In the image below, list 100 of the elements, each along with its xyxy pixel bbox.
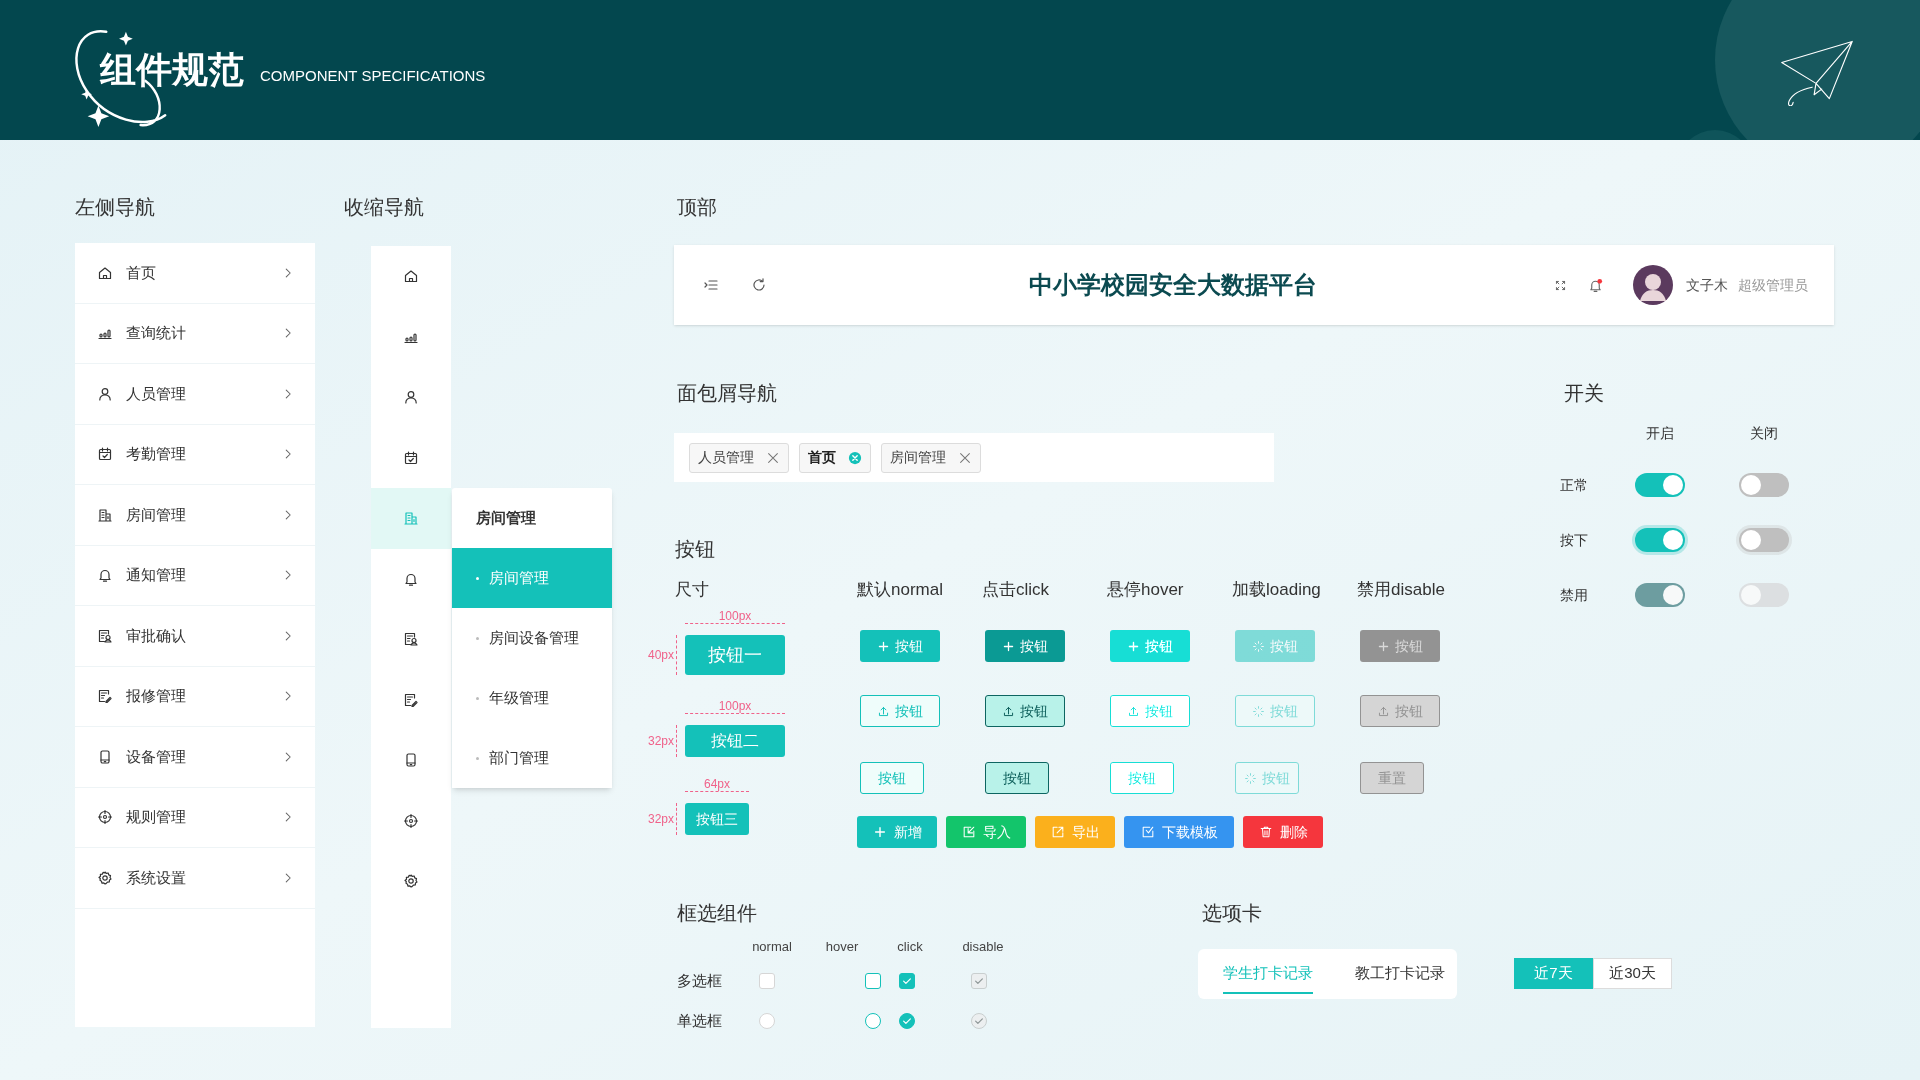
- state-button[interactable]: 按钮: [985, 762, 1049, 794]
- calendar-icon: [97, 446, 113, 463]
- gear-icon: [403, 873, 419, 890]
- refresh-icon[interactable]: [751, 277, 767, 293]
- breadcrumb-tag[interactable]: 人员管理: [689, 442, 789, 473]
- state-button[interactable]: 按钮: [985, 695, 1065, 727]
- platform-title: 中小学校园安全大数据平台: [1029, 270, 1317, 300]
- column-header: 关闭: [1749, 424, 1779, 442]
- state-button[interactable]: 按钮: [860, 630, 940, 662]
- column-header: 默认normal: [857, 580, 944, 600]
- flyout-item[interactable]: 部门管理: [452, 728, 612, 788]
- crosshair-icon: [97, 809, 113, 826]
- nav-icon-item[interactable]: [371, 488, 451, 549]
- nav-item[interactable]: 考勤管理: [75, 424, 315, 485]
- row-label: 正常: [1560, 475, 1589, 495]
- crosshair-icon: [403, 812, 419, 829]
- dimension-label: 100px: [685, 610, 785, 624]
- action-button[interactable]: 删除: [1243, 816, 1323, 848]
- upload-icon: [877, 704, 890, 718]
- section-title: 框选组件: [677, 901, 758, 925]
- section-title: 按钮: [674, 537, 716, 561]
- radio-button[interactable]: [899, 1013, 915, 1029]
- dimension-label: 64px: [685, 778, 749, 792]
- building-icon: [403, 510, 419, 527]
- document-edit-icon: [97, 688, 113, 705]
- menu-icon[interactable]: [703, 277, 719, 293]
- checkbox[interactable]: [899, 973, 915, 989]
- loading-spinner-icon: [1252, 639, 1265, 653]
- checkbox[interactable]: [865, 973, 881, 989]
- nav-item[interactable]: 房间管理: [75, 485, 315, 546]
- column-header: hover: [824, 939, 860, 955]
- close-icon[interactable]: [766, 450, 780, 465]
- nav-item[interactable]: 审批确认: [75, 606, 315, 667]
- column-header: 开启: [1645, 424, 1675, 442]
- toggle-switch[interactable]: [1739, 473, 1789, 497]
- row-label: 多选框: [677, 970, 723, 991]
- section-title: 面包屑导航: [676, 381, 778, 405]
- flyout-item[interactable]: 房间管理: [452, 548, 612, 608]
- toggle-switch[interactable]: [1635, 473, 1685, 497]
- nav-item[interactable]: 查询统计: [75, 303, 315, 364]
- action-button[interactable]: 导出: [1035, 816, 1115, 848]
- action-button[interactable]: 导入: [946, 816, 1026, 848]
- tab[interactable]: 学生打卡记录: [1223, 953, 1313, 995]
- loading-spinner-icon: [1244, 771, 1257, 785]
- nav-item[interactable]: 系统设置: [75, 848, 315, 909]
- breadcrumb-tag[interactable]: 房间管理: [881, 442, 981, 473]
- column-header: normal: [751, 939, 793, 955]
- flyout-item[interactable]: 年级管理: [452, 668, 612, 728]
- state-button[interactable]: 按钮: [860, 762, 924, 794]
- fullscreen-icon[interactable]: [1554, 278, 1567, 292]
- state-button[interactable]: 按钮: [860, 695, 940, 727]
- nav-item[interactable]: 报修管理: [75, 666, 315, 727]
- column-header: 加载loading: [1232, 580, 1322, 600]
- size-sample-button[interactable]: 按钮一: [685, 635, 785, 675]
- toggle-switch[interactable]: [1635, 528, 1685, 552]
- row-label: 按下: [1560, 530, 1589, 550]
- radio-button[interactable]: [759, 1013, 775, 1029]
- logo-title: 组件规范: [100, 48, 244, 92]
- loading-spinner-icon: [1252, 704, 1265, 718]
- user-name: 文子木: [1686, 275, 1728, 295]
- nav-item[interactable]: 规则管理: [75, 787, 315, 848]
- period-tab[interactable]: 近7天: [1514, 958, 1593, 989]
- action-button[interactable]: 新增: [857, 816, 937, 848]
- dimension-label: 40px: [646, 647, 674, 664]
- flyout-item[interactable]: 房间设备管理: [452, 608, 612, 668]
- size-sample-button[interactable]: 按钮二: [685, 725, 785, 757]
- radio-button[interactable]: [865, 1013, 881, 1029]
- action-button[interactable]: 下载模板: [1124, 816, 1234, 848]
- plus-icon: [872, 825, 887, 839]
- home-icon: [403, 268, 419, 285]
- column-header: disable: [961, 939, 1005, 955]
- section-title: 收缩导航: [344, 195, 425, 219]
- avatar-icon[interactable]: [1633, 265, 1673, 305]
- section-title: 选项卡: [1201, 901, 1263, 925]
- breadcrumb-tag[interactable]: 首页: [799, 442, 871, 473]
- nav-item[interactable]: 首页: [75, 243, 315, 304]
- nav-item[interactable]: 设备管理: [75, 727, 315, 788]
- row-label: 单选框: [677, 1010, 723, 1031]
- document-icon: [97, 627, 113, 644]
- tab[interactable]: 教工打卡记录: [1355, 953, 1445, 995]
- upload-icon: [1127, 704, 1140, 718]
- dimension-label: 100px: [685, 700, 785, 714]
- close-icon[interactable]: [958, 450, 972, 465]
- period-tab[interactable]: 近30天: [1593, 958, 1672, 989]
- document-edit-icon: [403, 691, 419, 708]
- state-button[interactable]: 按钮: [985, 630, 1065, 662]
- nav-item[interactable]: 人员管理: [75, 364, 315, 425]
- dimension-label: 32px: [646, 733, 674, 750]
- checkbox[interactable]: [759, 973, 775, 989]
- size-sample-button[interactable]: 按钮三: [685, 803, 749, 835]
- download-icon: [1140, 825, 1155, 839]
- column-header: 点击click: [982, 580, 1051, 600]
- nav-item[interactable]: 通知管理: [75, 545, 315, 606]
- notification-bell-icon[interactable]: [1588, 277, 1603, 293]
- toggle-switch[interactable]: [1739, 528, 1789, 552]
- plus-icon: [1127, 639, 1140, 653]
- gear-icon: [97, 869, 113, 886]
- row-label: 禁用: [1560, 585, 1589, 605]
- user-role: 超级管理员: [1738, 275, 1808, 295]
- close-icon[interactable]: [848, 450, 862, 465]
